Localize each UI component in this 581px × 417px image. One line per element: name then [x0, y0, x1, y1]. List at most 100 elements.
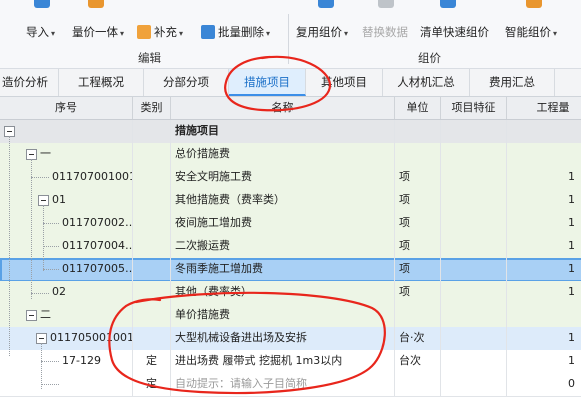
tab-project-overview[interactable]: 工程概况: [59, 69, 144, 96]
unit-cell[interactable]: 项: [395, 189, 441, 212]
name-cell[interactable]: 安全文明施工费: [171, 166, 395, 189]
name-cell[interactable]: 总价措施费: [171, 143, 395, 166]
column-header-name[interactable]: 名称: [171, 97, 395, 119]
qty-cell[interactable]: 1: [507, 327, 581, 350]
qty-cell[interactable]: 0: [507, 373, 581, 396]
feature-cell[interactable]: [441, 258, 507, 281]
type-cell[interactable]: [133, 189, 171, 212]
name-cell[interactable]: 冬雨季施工增加费: [171, 258, 395, 281]
table-row[interactable]: 措施项目: [0, 120, 581, 144]
feature-cell[interactable]: [441, 327, 507, 350]
unit-cell[interactable]: 台·次: [395, 327, 441, 350]
seq-cell[interactable]: 011705001001: [0, 327, 133, 350]
tab-fee-summary[interactable]: 费用汇总: [470, 69, 555, 96]
column-header-seq[interactable]: 序号: [0, 97, 133, 119]
seq-cell[interactable]: 011707002…: [0, 212, 133, 235]
type-cell[interactable]: 定: [133, 373, 171, 396]
smart-price-button[interactable]: 智能组价 ▾: [505, 22, 557, 42]
unit-cell[interactable]: [395, 120, 441, 143]
qty-cell[interactable]: 1: [507, 350, 581, 373]
name-cell[interactable]: 进出场费 履带式 挖掘机 1m3以内: [171, 350, 395, 373]
feature-cell[interactable]: [441, 235, 507, 258]
price-integration-button[interactable]: 量价一体 ▾: [72, 22, 124, 42]
tab-cost-analysis[interactable]: 造价分析: [0, 69, 59, 96]
tab-labor-material-summary[interactable]: 人材机汇总: [383, 69, 470, 96]
tab-sub-items[interactable]: 分部分项: [144, 69, 229, 96]
qty-cell[interactable]: [507, 143, 581, 166]
seq-cell[interactable]: 011707001001: [0, 166, 133, 189]
type-cell[interactable]: 定: [133, 350, 171, 373]
feature-cell[interactable]: [441, 350, 507, 373]
feature-cell[interactable]: [441, 143, 507, 166]
seq-cell[interactable]: [0, 120, 133, 143]
table-row[interactable]: 一 总价措施费: [0, 143, 581, 167]
feature-cell[interactable]: [441, 120, 507, 143]
type-cell[interactable]: [133, 120, 171, 143]
name-cell[interactable]: 其他措施费（费率类）: [171, 189, 395, 212]
table-row[interactable]: 011707002… 夜间施工增加费 项 1: [0, 212, 581, 236]
unit-cell[interactable]: 项: [395, 166, 441, 189]
unit-cell[interactable]: 项: [395, 235, 441, 258]
qty-cell[interactable]: 1: [507, 189, 581, 212]
name-cell[interactable]: 夜间施工增加费: [171, 212, 395, 235]
type-cell[interactable]: [133, 258, 171, 281]
seq-cell[interactable]: 011707005…: [0, 258, 133, 281]
name-cell[interactable]: 其他（费率类）: [171, 281, 395, 304]
type-cell[interactable]: [133, 304, 171, 327]
name-cell[interactable]: 大型机械设备进出场及安拆: [171, 327, 395, 350]
qty-cell[interactable]: [507, 304, 581, 327]
collapse-toggle-icon[interactable]: [26, 310, 37, 321]
qty-cell[interactable]: 1: [507, 166, 581, 189]
type-cell[interactable]: [133, 143, 171, 166]
replace-data-button[interactable]: 替换数据: [362, 22, 408, 42]
type-cell[interactable]: [133, 327, 171, 350]
table-row[interactable]: 17-129 定 进出场费 履带式 挖掘机 1m3以内 台次 1: [0, 350, 581, 374]
qty-cell[interactable]: 1: [507, 258, 581, 281]
name-cell[interactable]: 措施项目: [171, 120, 395, 143]
table-row[interactable]: 定 自动提示：请输入子目简称 0: [0, 373, 581, 397]
feature-cell[interactable]: [441, 281, 507, 304]
seq-cell[interactable]: 02: [0, 281, 133, 304]
name-input-hint[interactable]: 自动提示：请输入子目简称: [171, 373, 395, 396]
import-button[interactable]: 导入 ▾: [26, 22, 55, 42]
column-header-type[interactable]: 类别: [133, 97, 171, 119]
feature-cell[interactable]: [441, 166, 507, 189]
reuse-price-button[interactable]: 复用组价 ▾: [296, 22, 348, 42]
qty-cell[interactable]: 1: [507, 281, 581, 304]
table-row[interactable]: 二 单价措施费: [0, 304, 581, 328]
table-row[interactable]: 01 其他措施费（费率类） 项 1: [0, 189, 581, 213]
feature-cell[interactable]: [441, 189, 507, 212]
batch-delete-button[interactable]: 批量删除 ▾: [201, 22, 270, 42]
table-row[interactable]: 011707004… 二次搬运费 项 1: [0, 235, 581, 259]
unit-cell[interactable]: [395, 304, 441, 327]
seq-cell[interactable]: 二: [0, 304, 133, 327]
tab-other-items[interactable]: 其他项目: [306, 69, 383, 96]
column-header-feature[interactable]: 项目特征: [441, 97, 507, 119]
type-cell[interactable]: [133, 235, 171, 258]
seq-cell[interactable]: 011707004…: [0, 235, 133, 258]
qty-cell[interactable]: [507, 120, 581, 143]
table-row-selected[interactable]: 011707005… 冬雨季施工增加费 项 1: [0, 258, 581, 282]
qty-cell[interactable]: 1: [507, 212, 581, 235]
quick-price-button[interactable]: 清单快速组价: [420, 22, 489, 42]
unit-cell[interactable]: [395, 143, 441, 166]
qty-cell[interactable]: 1: [507, 235, 581, 258]
unit-cell[interactable]: 项: [395, 281, 441, 304]
feature-cell[interactable]: [441, 304, 507, 327]
table-row[interactable]: 011707001001 安全文明施工费 项 1: [0, 166, 581, 190]
seq-cell[interactable]: 一: [0, 143, 133, 166]
type-cell[interactable]: [133, 281, 171, 304]
seq-cell[interactable]: 17-129: [0, 350, 133, 373]
supplement-button[interactable]: 补充 ▾: [137, 22, 183, 42]
name-cell[interactable]: 二次搬运费: [171, 235, 395, 258]
feature-cell[interactable]: [441, 212, 507, 235]
unit-cell[interactable]: 项: [395, 212, 441, 235]
type-cell[interactable]: [133, 212, 171, 235]
feature-cell[interactable]: [441, 373, 507, 396]
column-header-unit[interactable]: 单位: [395, 97, 441, 119]
table-row[interactable]: 02 其他（费率类） 项 1: [0, 281, 581, 305]
table-row[interactable]: 011705001001 大型机械设备进出场及安拆 台·次 1: [0, 327, 581, 351]
column-header-qty[interactable]: 工程量: [507, 97, 581, 119]
name-cell[interactable]: 单价措施费: [171, 304, 395, 327]
tab-measures[interactable]: 措施项目: [229, 69, 306, 96]
